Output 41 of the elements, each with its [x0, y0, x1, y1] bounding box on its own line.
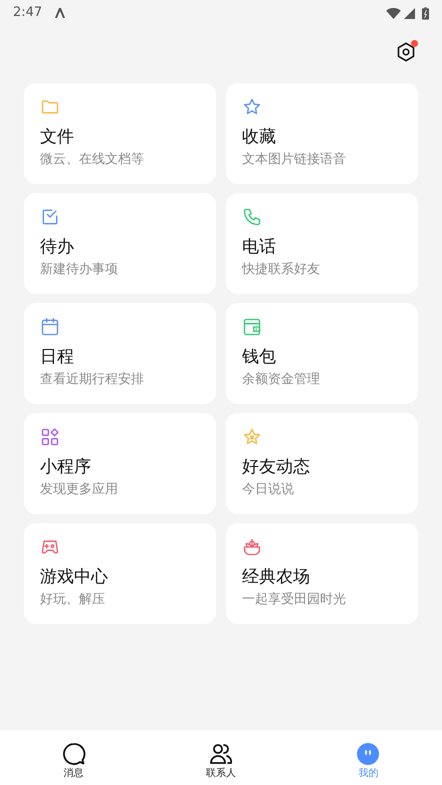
- card-subtitle: 发现更多应用: [40, 481, 119, 499]
- card-title: 钱包: [242, 346, 277, 368]
- card-title: 经典农场: [242, 566, 311, 588]
- feature-card[interactable]: 游戏中心 好玩、解压: [24, 523, 216, 624]
- feature-card[interactable]: 收藏 文本图片链接语音: [226, 83, 418, 184]
- notification-icon: [54, 7, 66, 19]
- card-title: 待办: [40, 236, 75, 258]
- card-title: 文件: [40, 126, 75, 148]
- nav-tab[interactable]: 联系人: [147, 730, 295, 785]
- card-subtitle: 文本图片链接语音: [242, 151, 347, 169]
- card-subtitle: 一起享受田园时光: [242, 591, 347, 609]
- wifi-icon: [386, 8, 401, 18]
- card-title: 好友动态: [242, 456, 311, 478]
- signal-icon: [404, 8, 415, 18]
- card-title: 电话: [242, 236, 277, 258]
- card-title: 小程序: [40, 456, 92, 478]
- card-subtitle: 快捷联系好友: [242, 261, 321, 279]
- card-subtitle: 今日说说: [242, 481, 295, 499]
- feature-card[interactable]: 小程序 发现更多应用: [24, 413, 216, 514]
- feature-card[interactable]: 好友动态 今日说说: [226, 413, 418, 514]
- card-subtitle: 好玩、解压: [40, 591, 106, 609]
- settings-icon: [395, 41, 417, 63]
- card-title: 游戏中心: [40, 566, 109, 588]
- card-subtitle: 余额资金管理: [242, 371, 321, 389]
- feature-card[interactable]: 经典农场 一起享受田园时光: [226, 523, 418, 624]
- card-subtitle: 查看近期行程安排: [40, 371, 145, 389]
- card-subtitle: 微云、在线文档等: [40, 151, 145, 169]
- feature-card[interactable]: 电话 快捷联系好友: [226, 193, 418, 294]
- feature-card[interactable]: 日程 查看近期行程安排: [24, 303, 216, 404]
- status-time: 2:47: [13, 4, 42, 22]
- card-title: 日程: [40, 346, 75, 368]
- feature-card[interactable]: 待办 新建待办事项: [24, 193, 216, 294]
- card-subtitle: 新建待办事项: [40, 261, 119, 279]
- feature-card[interactable]: 文件 微云、在线文档等: [24, 83, 216, 184]
- battery-icon: [422, 6, 429, 20]
- avatar-icon: [356, 742, 380, 766]
- card-title: 收藏: [242, 126, 277, 148]
- contacts-icon: [208, 742, 233, 766]
- chat-icon: [62, 742, 86, 766]
- nav-tab[interactable]: 消息: [0, 730, 148, 785]
- feature-card[interactable]: 钱包 余额资金管理: [226, 303, 418, 404]
